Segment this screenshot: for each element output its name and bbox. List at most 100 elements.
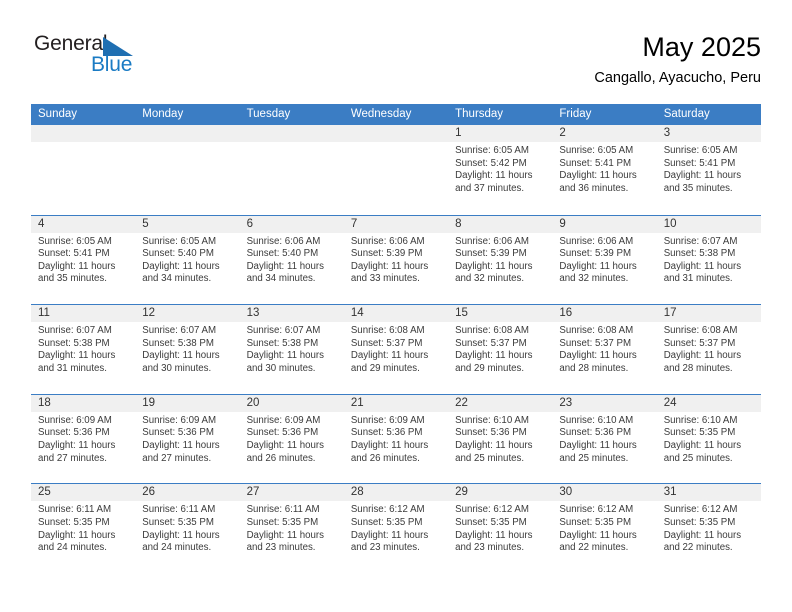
day-number: 7 (343, 215, 449, 233)
calendar-day-cell[interactable]: 12 Sunrise: 6:07 AM Sunset: 5:38 PM Dayligh… (135, 305, 240, 394)
day-number: 17 (656, 305, 761, 323)
day-number: 23 (552, 394, 657, 412)
day-number: 4 (31, 215, 136, 233)
sunset-text: Sunset: 5:41 PM (38, 248, 110, 260)
location-subtitle: Cangallo, Ayacucho, Peru (594, 70, 761, 86)
calendar-day-cell[interactable]: 16 Sunrise: 6:08 AM Sunset: 5:37 PM Dayligh… (552, 305, 657, 394)
calendar-day-cell[interactable]: 25 Sunrise: 6:11 AM Sunset: 5:35 PM Dayligh… (31, 484, 136, 573)
sunrise-text: Sunrise: 6:05 AM (38, 235, 112, 247)
day-number: 6 (239, 215, 344, 233)
daylight-text: Daylight: 11 hours and 37 minutes. (455, 170, 533, 194)
day-number (135, 125, 240, 142)
calendar-weeks: 1 Sunrise: 6:05 AM Sunset: 5:42 PM Daylight… (31, 125, 761, 573)
sunset-text: Sunset: 5:38 PM (142, 337, 214, 349)
calendar-day-cell[interactable]: 22 Sunrise: 6:10 AM Sunset: 5:36 PM Dayligh… (448, 394, 553, 484)
day-number: 9 (552, 215, 657, 233)
day-details: Sunrise: 6:09 AM Sunset: 5:36 PM Daylight:… (344, 412, 448, 465)
day-number (31, 125, 136, 142)
calendar-day-cell[interactable]: 4 Sunrise: 6:05 AM Sunset: 5:41 PM Daylight… (31, 215, 136, 305)
calendar-day-cell[interactable]: 11 Sunrise: 6:07 AM Sunset: 5:38 PM Dayligh… (31, 305, 136, 394)
sunrise-text: Sunrise: 6:09 AM (38, 414, 112, 426)
day-number: 21 (343, 394, 449, 412)
calendar-day-cell[interactable]: 7 Sunrise: 6:06 AM Sunset: 5:39 PM Daylight… (343, 215, 449, 305)
calendar-day-cell[interactable]: 29 Sunrise: 6:12 AM Sunset: 5:35 PM Dayligh… (448, 484, 553, 573)
calendar-day-cell[interactable]: 21 Sunrise: 6:09 AM Sunset: 5:36 PM Dayligh… (343, 394, 449, 484)
sunset-text: Sunset: 5:37 PM (663, 337, 736, 349)
calendar-day-cell[interactable]: 13 Sunrise: 6:07 AM Sunset: 5:38 PM Dayligh… (239, 305, 344, 394)
calendar-day-cell[interactable]: 3 Sunrise: 6:05 AM Sunset: 5:41 PM Daylight… (656, 125, 761, 215)
calendar-day-cell[interactable]: 10 Sunrise: 6:07 AM Sunset: 5:38 PM Dayligh… (656, 215, 761, 305)
daylight-text: Daylight: 11 hours and 23 minutes. (350, 529, 429, 554)
calendar-day-cell[interactable]: 18 Sunrise: 6:09 AM Sunset: 5:36 PM Dayligh… (31, 394, 136, 484)
calendar-day-cell[interactable]: 8 Sunrise: 6:06 AM Sunset: 5:39 PM Daylight… (448, 215, 553, 305)
day-details: Sunrise: 6:05 AM Sunset: 5:42 PM Daylight:… (448, 142, 552, 195)
day-details: Sunrise: 6:10 AM Sunset: 5:36 PM Daylight:… (552, 412, 656, 465)
calendar-day-cell[interactable]: 23 Sunrise: 6:10 AM Sunset: 5:36 PM Dayligh… (552, 394, 657, 484)
day-number: 22 (448, 394, 553, 412)
calendar-day-cell[interactable]: 17 Sunrise: 6:08 AM Sunset: 5:37 PM Dayligh… (656, 305, 761, 394)
day-details: Sunrise: 6:08 AM Sunset: 5:37 PM Daylight:… (344, 322, 448, 375)
calendar-day-cell[interactable]: 31 Sunrise: 6:12 AM Sunset: 5:35 PM Dayligh… (656, 484, 761, 573)
calendar-day-cell[interactable]: 14 Sunrise: 6:08 AM Sunset: 5:37 PM Dayligh… (343, 305, 449, 394)
weekday-header-monday: Monday (142, 108, 184, 120)
calendar-day-cell[interactable]: 9 Sunrise: 6:06 AM Sunset: 5:39 PM Daylight… (552, 215, 657, 305)
sunrise-text: Sunrise: 6:12 AM (663, 504, 738, 516)
sunrise-text: Sunrise: 6:05 AM (559, 145, 634, 156)
sunrise-text: Sunrise: 6:11 AM (246, 504, 320, 516)
daylight-text: Daylight: 11 hours and 30 minutes. (246, 350, 324, 374)
calendar-day-cell[interactable]: 24 Sunrise: 6:10 AM Sunset: 5:35 PM Dayligh… (656, 394, 761, 484)
day-number: 29 (448, 484, 553, 502)
daylight-text: Daylight: 11 hours and 34 minutes. (142, 260, 220, 285)
calendar-day-cell[interactable]: 19 Sunrise: 6:09 AM Sunset: 5:36 PM Dayligh… (135, 394, 240, 484)
daylight-text: Daylight: 11 hours and 26 minutes. (246, 439, 324, 464)
calendar-day-cell[interactable]: 27 Sunrise: 6:11 AM Sunset: 5:35 PM Dayligh… (239, 484, 344, 573)
weekday-header-sunday: Sunday (38, 108, 78, 120)
day-details: Sunrise: 6:07 AM Sunset: 5:38 PM Daylight:… (135, 322, 239, 375)
day-details: Sunrise: 6:09 AM Sunset: 5:36 PM Daylight:… (240, 412, 344, 465)
day-details: Sunrise: 6:12 AM Sunset: 5:35 PM Daylight:… (657, 501, 761, 554)
brand-logo[interactable]: General Blue (31, 30, 251, 90)
daylight-text: Daylight: 11 hours and 31 minutes. (663, 260, 742, 285)
day-details: Sunrise: 6:10 AM Sunset: 5:36 PM Daylight:… (448, 412, 552, 465)
day-number: 31 (656, 484, 761, 502)
sunset-text: Sunset: 5:36 PM (246, 427, 319, 439)
day-number: 20 (239, 394, 344, 412)
calendar-day-cell[interactable]: 2 Sunrise: 6:05 AM Sunset: 5:41 PM Daylight… (552, 125, 657, 215)
daylight-text: Daylight: 11 hours and 35 minutes. (38, 260, 116, 285)
day-number: 12 (135, 305, 240, 323)
day-number: 8 (448, 215, 553, 233)
calendar-day-cell[interactable]: 15 Sunrise: 6:08 AM Sunset: 5:37 PM Dayligh… (448, 305, 553, 394)
sunset-text: Sunset: 5:40 PM (142, 248, 214, 260)
calendar-day-cell[interactable]: 6 Sunrise: 6:06 AM Sunset: 5:40 PM Daylight… (239, 215, 344, 305)
sunrise-text: Sunrise: 6:12 AM (559, 504, 634, 516)
calendar-day-cell[interactable]: 20 Sunrise: 6:09 AM Sunset: 5:36 PM Dayligh… (239, 394, 344, 484)
calendar-day-cell[interactable]: 26 Sunrise: 6:11 AM Sunset: 5:35 PM Dayligh… (135, 484, 240, 573)
day-number: 1 (448, 125, 553, 142)
daylight-text: Daylight: 11 hours and 33 minutes. (350, 260, 429, 285)
day-number: 24 (656, 394, 761, 412)
sunrise-text: Sunrise: 6:06 AM (350, 235, 425, 247)
sunrise-text: Sunrise: 6:08 AM (350, 325, 425, 337)
day-number: 5 (135, 215, 240, 233)
sunset-text: Sunset: 5:36 PM (142, 427, 214, 439)
calendar-day-cell[interactable]: 1 Sunrise: 6:05 AM Sunset: 5:42 PM Daylight… (448, 125, 553, 215)
daylight-text: Daylight: 11 hours and 32 minutes. (455, 260, 533, 285)
sunrise-text: Sunrise: 6:08 AM (455, 325, 529, 337)
calendar-grid: Sunday Monday Tuesday Wednesday Thursday… (31, 104, 761, 573)
daylight-text: Daylight: 11 hours and 32 minutes. (559, 260, 637, 285)
day-details: Sunrise: 6:11 AM Sunset: 5:35 PM Daylight:… (31, 501, 135, 554)
day-number (343, 125, 449, 142)
sunset-text: Sunset: 5:38 PM (663, 248, 736, 260)
sunset-text: Sunset: 5:42 PM (455, 157, 527, 169)
day-details: Sunrise: 6:07 AM Sunset: 5:38 PM Daylight:… (31, 322, 135, 375)
calendar-day-cell[interactable]: 30 Sunrise: 6:12 AM Sunset: 5:35 PM Dayligh… (552, 484, 657, 573)
daylight-text: Daylight: 11 hours and 31 minutes. (38, 350, 116, 374)
page-header: General Blue May 2025 Cangallo, Ayacucho… (31, 30, 761, 94)
sunset-text: Sunset: 5:35 PM (663, 427, 736, 439)
daylight-text: Daylight: 11 hours and 23 minutes. (455, 529, 533, 554)
sunset-text: Sunset: 5:39 PM (455, 248, 527, 260)
day-details: Sunrise: 6:08 AM Sunset: 5:37 PM Daylight:… (552, 322, 656, 375)
calendar-day-cell[interactable]: 5 Sunrise: 6:05 AM Sunset: 5:40 PM Daylight… (135, 215, 240, 305)
calendar-day-cell[interactable]: 28 Sunrise: 6:12 AM Sunset: 5:35 PM Dayligh… (343, 484, 449, 573)
day-details: Sunrise: 6:11 AM Sunset: 5:35 PM Daylight:… (135, 501, 239, 554)
